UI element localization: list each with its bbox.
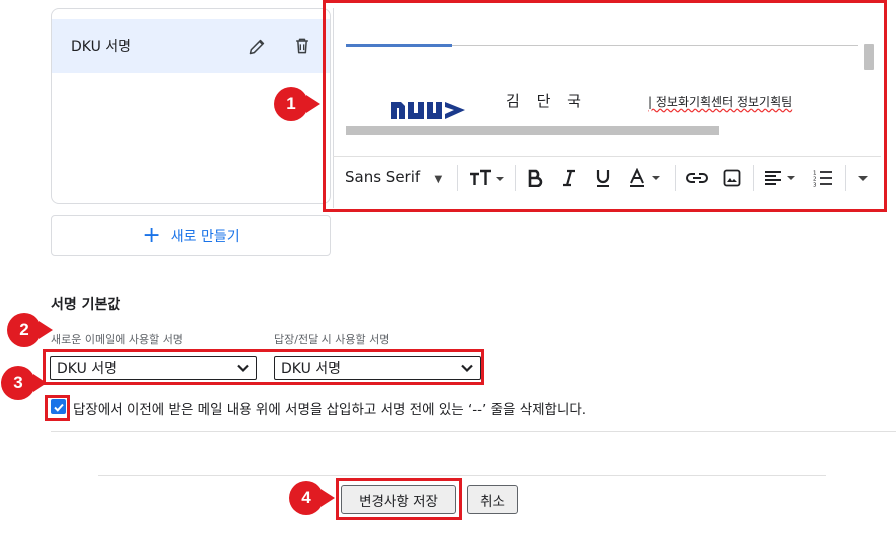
callout-arrow <box>33 374 47 392</box>
cancel-button[interactable]: 취소 <box>467 485 518 514</box>
section-divider <box>51 431 896 432</box>
editor-highlight-box <box>323 0 887 212</box>
pencil-icon[interactable] <box>248 36 268 56</box>
save-highlight-box <box>336 478 462 520</box>
insert-before-quote-label: 답장에서 이전에 받은 메일 내용 위에 서명을 삽입하고 서명 전에 있는 ‘… <box>73 402 587 418</box>
callout-badge: 4 <box>289 481 323 515</box>
signature-item-label: DKU 서명 <box>71 39 132 55</box>
callout-arrow <box>39 321 53 339</box>
checkbox-highlight-box <box>45 395 70 421</box>
plus-icon: + <box>142 222 161 248</box>
callout-badge: 1 <box>274 87 308 121</box>
callout-badge: 2 <box>7 313 41 347</box>
callout-arrow <box>306 95 320 113</box>
callout-arrow <box>321 489 335 507</box>
create-new-label: 새로 만들기 <box>170 228 240 245</box>
callout-badge: 3 <box>1 366 35 400</box>
signature-item[interactable]: DKU 서명 <box>52 19 330 73</box>
signature-defaults-title: 서명 기본값 <box>51 297 121 313</box>
signature-settings-page: DKU 서명 + 새로 만들기 김 단 국 | 정보화기획센터 정보기획팀 Sa… <box>0 0 896 536</box>
create-new-signature-button[interactable]: + 새로 만들기 <box>51 215 331 256</box>
select-highlight-box <box>43 349 484 385</box>
footer-divider <box>98 475 826 476</box>
new-mail-signature-label: 새로운 이메일에 사용할 서명 <box>51 333 183 346</box>
reply-signature-label: 답장/전달 시 사용할 서명 <box>274 333 390 346</box>
trash-icon[interactable] <box>292 36 312 56</box>
